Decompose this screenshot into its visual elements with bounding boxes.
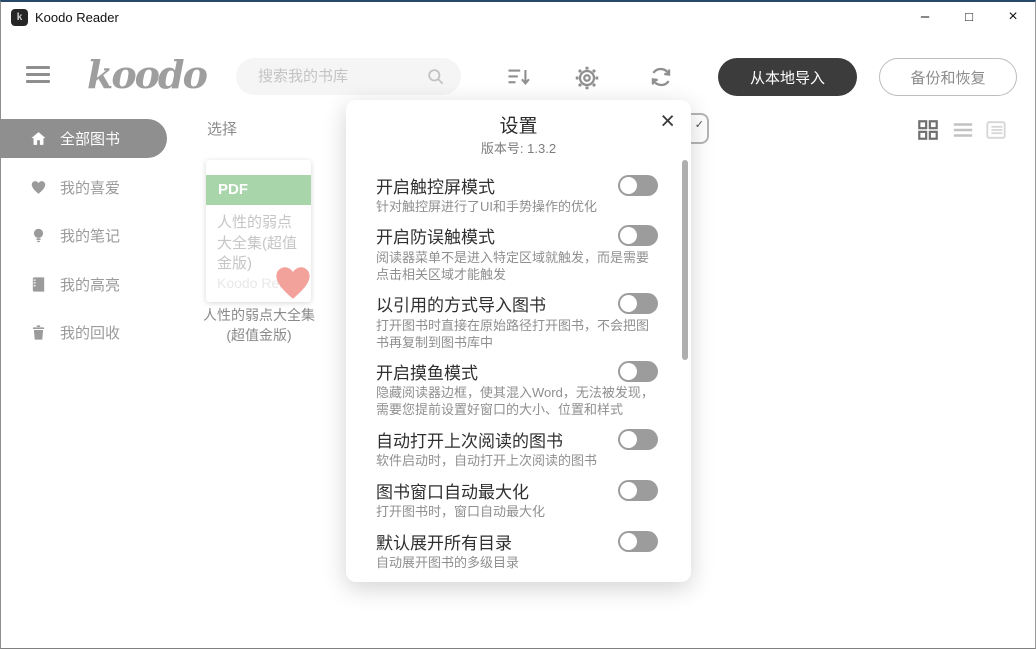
sidebar-item-highlights[interactable]: 我的高亮	[1, 265, 167, 304]
setting-import-by-reference: 以引用的方式导入图书 打开图书时直接在原始路径打开图书，不会把图书再复制到图书库…	[376, 293, 658, 352]
sidebar-item-label: 我的笔记	[60, 225, 120, 246]
grid-view-icon[interactable]	[917, 119, 939, 141]
sidebar-item-notes[interactable]: 我的笔记	[1, 216, 167, 255]
setting-toggle[interactable]	[618, 225, 658, 246]
setting-label: 开启触控屏模式	[376, 173, 495, 198]
sort-icon[interactable]	[505, 63, 535, 93]
setting-description: 软件启动时，自动打开上次阅读的图书	[376, 453, 658, 470]
backup-restore-button[interactable]: 备份和恢复	[879, 58, 1017, 96]
book-card[interactable]: PDF 人性的弱点大全集(超值金版) Koodo Reader	[206, 160, 311, 302]
sidebar-item-label: 我的喜爱	[60, 177, 120, 198]
check-icon: ✓	[695, 118, 704, 131]
search-box[interactable]	[236, 58, 461, 95]
minimize-button[interactable]: –	[903, 2, 947, 34]
window-title: Koodo Reader	[35, 10, 119, 25]
sidebar-item-label: 我的高亮	[60, 274, 120, 295]
setting-toggle[interactable]	[618, 175, 658, 196]
setting-open-last-book: 自动打开上次阅读的图书 软件启动时，自动打开上次阅读的图书	[376, 428, 658, 470]
favorite-heart-icon[interactable]	[271, 262, 311, 302]
list-view-icon[interactable]	[952, 119, 974, 141]
app-icon: k	[11, 9, 28, 26]
setting-description: 隐藏阅读器边框，使其混入Word，无法被发现，需要您提前设置好窗口的大小、位置和…	[376, 385, 658, 419]
sidebar-item-all-books[interactable]: 全部图书	[1, 119, 167, 158]
home-icon	[30, 130, 47, 147]
setting-description: 打开图书时直接在原始路径打开图书，不会把图书再复制到图书库中	[376, 318, 658, 352]
sidebar-item-trash[interactable]: 我的回收	[1, 313, 167, 352]
sidebar-item-favorites[interactable]: 我的喜爱	[1, 168, 167, 207]
setting-label: 以引用的方式导入图书	[376, 291, 546, 316]
sidebar-item-label: 全部图书	[60, 128, 120, 149]
setting-description: 阅读器菜单不是进入特定区域就触发，而是需要点击相关区域才能触发	[376, 250, 658, 284]
setting-toggle[interactable]	[618, 480, 658, 501]
setting-description: 打开图书时，窗口自动最大化	[376, 504, 658, 521]
import-local-button[interactable]: 从本地导入	[718, 58, 857, 96]
search-icon[interactable]	[426, 67, 445, 86]
format-badge: PDF	[206, 175, 311, 205]
setting-label: 自动打开上次阅读的图书	[376, 427, 563, 452]
setting-label: 开启防误触模式	[376, 223, 495, 248]
settings-list: 开启触控屏模式 针对触控屏进行了UI和手势操作的优化 开启防误触模式 阅读器菜单…	[376, 174, 658, 581]
setting-touch-mode: 开启触控屏模式 针对触控屏进行了UI和手势操作的优化	[376, 174, 658, 216]
book-icon	[30, 276, 47, 293]
menu-hamburger-icon[interactable]	[26, 66, 50, 84]
setting-auto-maximize: 图书窗口自动最大化 打开图书时，窗口自动最大化	[376, 479, 658, 521]
setting-toggle[interactable]	[618, 293, 658, 314]
search-input[interactable]	[258, 58, 418, 95]
setting-label: 开启摸鱼模式	[376, 359, 478, 384]
lightbulb-icon	[30, 227, 47, 244]
setting-expand-toc: 默认展开所有目录 自动展开图书的多级目录	[376, 530, 658, 572]
trash-icon	[30, 324, 47, 341]
setting-toggle[interactable]	[618, 531, 658, 552]
modal-close-icon[interactable]: ×	[660, 107, 675, 136]
setting-stealth-mode: 开启摸鱼模式 隐藏阅读器边框，使其混入Word，无法被发现，需要您提前设置好窗口…	[376, 360, 658, 419]
setting-toggle[interactable]	[618, 361, 658, 382]
close-button[interactable]: ×	[991, 2, 1035, 34]
heart-icon	[30, 179, 47, 196]
setting-description: 针对触控屏进行了UI和手势操作的优化	[376, 199, 658, 216]
book-caption[interactable]: 人性的弱点大全集(超值金版)	[194, 305, 324, 346]
koodo-logo: koodo	[87, 52, 206, 97]
setting-description: 自动展开图书的多级目录	[376, 555, 658, 572]
sidebar-item-label: 我的回收	[60, 322, 120, 343]
setting-toggle[interactable]	[618, 429, 658, 450]
title-bar: k Koodo Reader – □ ×	[1, 2, 1035, 34]
setting-label: 默认展开所有目录	[376, 529, 512, 554]
settings-gear-icon[interactable]	[572, 63, 602, 93]
setting-mistouch-prevention: 开启防误触模式 阅读器菜单不是进入特定区域就触发，而是需要点击相关区域才能触发	[376, 225, 658, 284]
maximize-button[interactable]: □	[947, 2, 991, 34]
app-window: k Koodo Reader – □ × koodo	[0, 0, 1036, 649]
setting-label: 图书窗口自动最大化	[376, 478, 529, 503]
settings-title: 设置	[346, 111, 691, 138]
detail-view-icon[interactable]	[985, 119, 1007, 141]
settings-version: 版本号: 1.3.2	[346, 138, 691, 157]
settings-modal: 设置 版本号: 1.3.2 × 开启触控屏模式 针对触控屏进行了UI和手势操作的…	[346, 100, 691, 582]
modal-scrollbar[interactable]	[682, 160, 688, 360]
sync-icon[interactable]	[647, 63, 677, 93]
select-mode-label[interactable]: 选择	[207, 118, 237, 139]
